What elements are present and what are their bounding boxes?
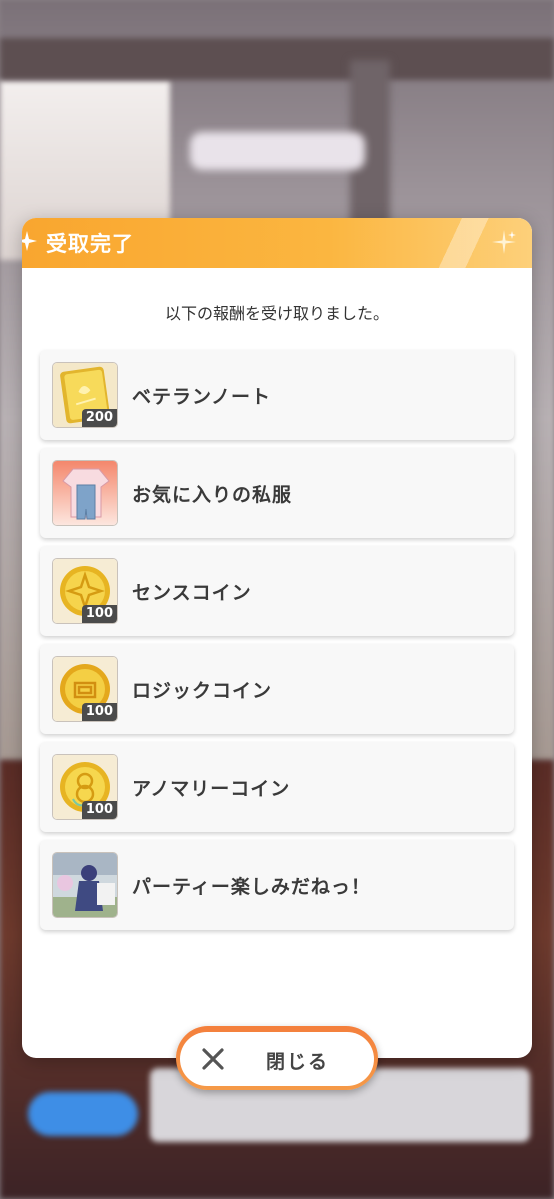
veteran-note-icon: 200	[52, 362, 118, 428]
outfit-icon	[52, 460, 118, 526]
quantity-badge: 100	[81, 703, 117, 721]
list-item: 100 アノマリーコイン	[40, 742, 514, 832]
dialog-header: 受取完了	[22, 218, 532, 268]
list-item: お気に入りの私服	[40, 448, 514, 538]
logic-coin-icon: 100	[52, 656, 118, 722]
quantity-badge: 100	[81, 801, 117, 819]
list-item: パーティー楽しみだねっ！	[40, 840, 514, 930]
close-button-label: 閉じる	[266, 1051, 330, 1073]
scene-card-icon	[52, 852, 118, 918]
close-button[interactable]: 閉じる	[176, 1026, 378, 1090]
dialog-message: 以下の報酬を受け取りました。	[164, 304, 389, 323]
item-name: アノマリーコイン	[132, 778, 291, 800]
item-name: ロジックコイン	[132, 680, 273, 702]
dialog-title: 受取完了	[46, 232, 134, 256]
close-icon	[202, 1048, 224, 1070]
list-item: 200 ベテランノート	[40, 350, 514, 440]
list-item: 100 センスコイン	[40, 546, 514, 636]
item-name: センスコイン	[132, 582, 252, 604]
sparkle-icon	[492, 230, 516, 254]
list-item: 100 ロジックコイン	[40, 644, 514, 734]
item-name: パーティー楽しみだねっ！	[132, 876, 371, 898]
quantity-badge: 100	[81, 605, 117, 623]
sparkle-icon	[22, 231, 37, 251]
item-name: お気に入りの私服	[132, 484, 293, 506]
sense-coin-icon: 100	[52, 558, 118, 624]
quantity-badge: 200	[81, 409, 117, 427]
reward-dialog: 受取完了 以下の報酬を受け取りました。 200 ベテランノート お気に入りの私服…	[22, 218, 532, 1058]
anomaly-coin-icon: 100	[52, 754, 118, 820]
item-name: ベテランノート	[132, 386, 272, 408]
reward-list: 200 ベテランノート お気に入りの私服 100 センスコイン 100 ロジック…	[40, 350, 514, 938]
